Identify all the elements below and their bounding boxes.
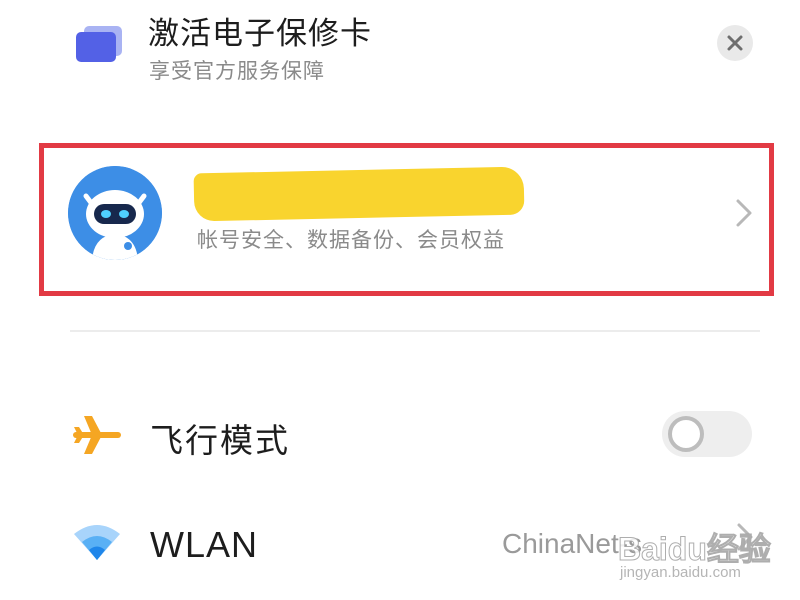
avatar[interactable] (68, 166, 162, 260)
toggle-knob (668, 416, 704, 452)
account-description: 帐号安全、数据备份、会员权益 (197, 228, 505, 252)
wlan-label: WLAN (150, 524, 259, 565)
chevron-right-icon (734, 198, 754, 232)
wlan-row[interactable]: WLAN ChinaNet-s (0, 496, 800, 586)
airplane-mode-label: 飞行模式 (150, 421, 290, 460)
account-name-redacted (193, 166, 525, 222)
wifi-icon (72, 522, 122, 566)
robot-avatar-icon (68, 166, 162, 260)
card-icon (74, 26, 124, 64)
close-button[interactable] (717, 25, 753, 61)
warranty-subtitle: 享受官方服务保障 (149, 59, 325, 83)
airplane-mode-toggle[interactable] (662, 411, 752, 457)
section-divider (70, 330, 760, 332)
warranty-card-row[interactable]: 激活电子保修卡 享受官方服务保障 (0, 0, 800, 100)
account-row[interactable]: 帐号安全、数据备份、会员权益 (44, 148, 769, 291)
close-icon (727, 35, 743, 51)
warranty-title: 激活电子保修卡 (148, 16, 372, 52)
wlan-network-name: ChinaNet-s (502, 528, 643, 559)
airplane-icon (72, 412, 122, 462)
chevron-right-icon (735, 522, 755, 556)
airplane-mode-row: 飞行模式 (0, 390, 800, 480)
